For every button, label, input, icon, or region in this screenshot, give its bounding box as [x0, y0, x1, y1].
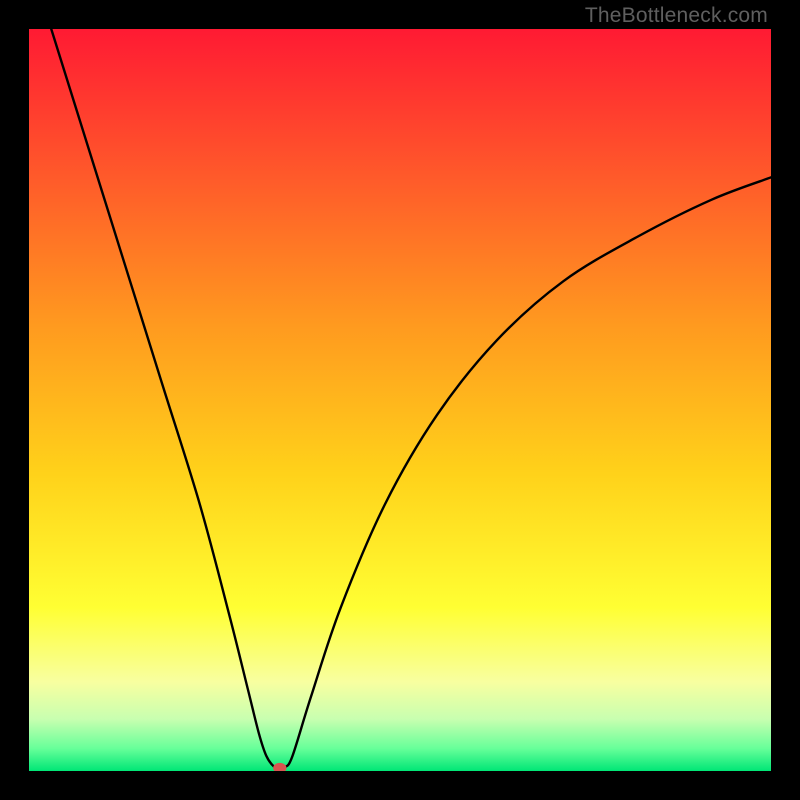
chart-frame — [29, 29, 771, 771]
chart-background — [29, 29, 771, 771]
bottleneck-chart — [29, 29, 771, 771]
watermark-text: TheBottleneck.com — [585, 4, 768, 28]
